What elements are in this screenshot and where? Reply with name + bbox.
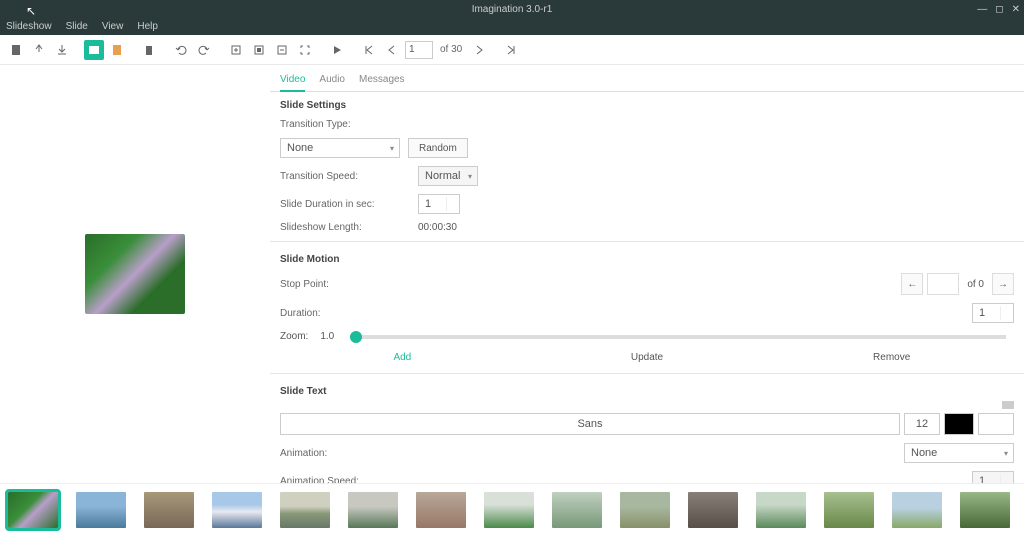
font-select[interactable]: Sans xyxy=(280,413,900,435)
transition-type-select[interactable]: None xyxy=(280,138,400,158)
page-total: of 30 xyxy=(440,44,462,55)
stop-point-label: Stop Point: xyxy=(280,279,410,290)
stop-point-prev-icon[interactable]: ← xyxy=(901,273,923,295)
slideshow-length-value: 00:00:30 xyxy=(418,222,457,233)
redo-icon[interactable] xyxy=(194,40,214,60)
random-button[interactable]: Random xyxy=(408,138,468,158)
animation-select[interactable]: None xyxy=(904,443,1014,463)
zoom-in-icon[interactable] xyxy=(226,40,246,60)
menu-view[interactable]: View xyxy=(102,21,124,32)
thumbnail[interactable] xyxy=(892,492,942,528)
new-icon[interactable] xyxy=(6,40,26,60)
first-icon[interactable] xyxy=(359,40,379,60)
slide-duration-input[interactable]: 1 xyxy=(418,194,460,214)
thumbnail[interactable] xyxy=(8,492,58,528)
page-input[interactable] xyxy=(405,41,433,59)
zoom-slider[interactable] xyxy=(350,335,1006,339)
close-button[interactable]: ✕ xyxy=(1012,4,1020,15)
undo-icon[interactable] xyxy=(171,40,191,60)
thumbnail[interactable] xyxy=(960,492,1010,528)
text-scrollbar[interactable] xyxy=(1002,401,1014,409)
thumbnail[interactable] xyxy=(484,492,534,528)
thumbnail[interactable] xyxy=(212,492,262,528)
minimize-button[interactable]: — xyxy=(977,4,987,15)
preview-area xyxy=(0,65,270,483)
zoom-out-icon[interactable] xyxy=(272,40,292,60)
transition-type-label: Transition Type: xyxy=(280,119,410,130)
zoom-fit-icon[interactable] xyxy=(249,40,269,60)
slide-motion-header: Slide Motion xyxy=(270,246,1024,269)
thumbnail[interactable] xyxy=(76,492,126,528)
thumbnail[interactable] xyxy=(280,492,330,528)
titlebar: Imagination 3.0-r1 — ◻ ✕ xyxy=(0,0,1024,18)
thumbnail[interactable] xyxy=(348,492,398,528)
save-icon[interactable] xyxy=(52,40,72,60)
panel-tabs: Video Audio Messages xyxy=(270,65,1024,92)
thumbnail[interactable] xyxy=(144,492,194,528)
text-color-button[interactable] xyxy=(944,413,974,435)
animation-speed-input[interactable]: 1 xyxy=(972,471,1014,483)
stop-point-value xyxy=(927,273,959,295)
play-icon[interactable] xyxy=(327,40,347,60)
add-button[interactable]: Add xyxy=(280,352,525,363)
maximize-button[interactable]: ◻ xyxy=(995,4,1003,15)
font-size-input[interactable]: 12 xyxy=(904,413,940,435)
stop-point-next-icon[interactable]: → xyxy=(992,273,1014,295)
transition-speed-label: Transition Speed: xyxy=(280,171,410,182)
thumbnail[interactable] xyxy=(620,492,670,528)
slideshow-length-label: Slideshow Length: xyxy=(280,222,410,233)
motion-duration-label: Duration: xyxy=(280,308,410,319)
thumbnail[interactable] xyxy=(416,492,466,528)
last-icon[interactable] xyxy=(501,40,521,60)
motion-duration-input[interactable]: 1 xyxy=(972,303,1014,323)
tab-messages[interactable]: Messages xyxy=(359,71,405,91)
thumbnail[interactable] xyxy=(824,492,874,528)
transition-speed-select[interactable]: Normal xyxy=(418,166,478,186)
tab-audio[interactable]: Audio xyxy=(319,71,345,91)
tab-video[interactable]: Video xyxy=(280,71,305,92)
image-icon[interactable] xyxy=(84,40,104,60)
stop-point-of: of 0 xyxy=(967,279,984,290)
thumbnail[interactable] xyxy=(552,492,602,528)
slide-text-header: Slide Text xyxy=(270,378,1024,401)
document-icon[interactable] xyxy=(107,40,127,60)
menu-help[interactable]: Help xyxy=(137,21,158,32)
zoom-value: 1.0 xyxy=(320,331,334,342)
delete-icon[interactable] xyxy=(139,40,159,60)
open-icon[interactable] xyxy=(29,40,49,60)
window-title: Imagination 3.0-r1 xyxy=(472,4,553,15)
thumbnail-strip xyxy=(0,483,1024,535)
update-button[interactable]: Update xyxy=(525,352,770,363)
slide-duration-label: Slide Duration in sec: xyxy=(280,199,410,210)
remove-button[interactable]: Remove xyxy=(769,352,1014,363)
next-icon[interactable] xyxy=(469,40,489,60)
thumbnail[interactable] xyxy=(688,492,738,528)
menu-slide[interactable]: Slide xyxy=(66,21,88,32)
fullscreen-icon[interactable] xyxy=(295,40,315,60)
menu-slideshow[interactable]: Slideshow xyxy=(6,21,52,32)
slide-settings-header: Slide Settings xyxy=(270,92,1024,115)
prev-icon[interactable] xyxy=(382,40,402,60)
animation-speed-label: Animation Speed: xyxy=(280,476,410,484)
zoom-label: Zoom: xyxy=(280,331,308,342)
preview-image xyxy=(85,234,185,314)
animation-label: Animation: xyxy=(280,448,410,459)
menubar: Slideshow Slide View Help xyxy=(0,18,1024,35)
toolbar: of 30 xyxy=(0,35,1024,65)
bg-color-button[interactable] xyxy=(978,413,1014,435)
thumbnail[interactable] xyxy=(756,492,806,528)
